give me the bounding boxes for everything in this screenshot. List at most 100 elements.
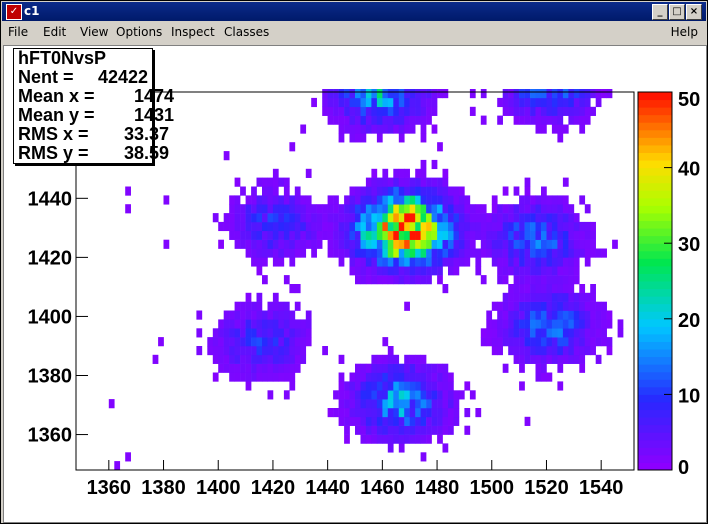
plot-canvas[interactable]: 1360 1380 1400 1420 1440 1460 1480 1500 1520 1540…	[3, 45, 707, 523]
heatmap-cell	[420, 97, 427, 108]
stat-mean-x-value: 1474	[134, 86, 175, 106]
heatmap-cell	[262, 213, 268, 223]
menu-options[interactable]: Options	[116, 25, 162, 39]
heatmap-cell	[338, 89, 345, 99]
heatmap-cell	[420, 186, 427, 196]
color-scale-band	[638, 296, 672, 305]
heatmap-cell	[382, 363, 389, 373]
maximize-button[interactable]: □	[669, 4, 685, 20]
title-bar[interactable]: ✓ c1 _ □ ×	[2, 2, 706, 21]
menu-help[interactable]: Help	[671, 25, 698, 39]
heatmap-cell	[262, 177, 268, 187]
heatmap-cell	[229, 363, 235, 373]
heatmap-cell	[234, 372, 241, 382]
heatmap-cell	[267, 372, 274, 382]
heatmap-cell	[289, 372, 296, 382]
heatmap-cell	[409, 239, 416, 249]
heatmap-cell	[108, 399, 115, 409]
heatmap-cell	[267, 346, 274, 356]
heatmap-cell	[294, 354, 301, 364]
heatmap-cell	[294, 204, 301, 214]
color-scale-band	[638, 432, 672, 441]
heatmap-cell	[448, 381, 454, 391]
heatmap-cell	[601, 310, 607, 320]
heatmap-cell	[267, 195, 274, 205]
heatmap-cell	[551, 346, 558, 356]
heatmap-cell	[437, 372, 443, 382]
heatmap-cell	[393, 204, 400, 214]
heatmap-cell	[387, 372, 394, 382]
heatmap-cell	[409, 381, 416, 391]
heatmap-cell	[316, 221, 323, 232]
heatmap-cell	[519, 363, 525, 373]
heatmap-cell	[442, 213, 449, 223]
menu-file[interactable]: File	[8, 25, 28, 39]
heatmap-cell	[371, 408, 378, 418]
menu-edit[interactable]: Edit	[43, 25, 66, 39]
heatmap-cell	[283, 186, 290, 196]
heatmap-cell	[480, 204, 487, 214]
heatmap-cell	[294, 337, 301, 347]
heatmap-cell	[305, 337, 312, 347]
heatmap-cell	[508, 310, 514, 320]
statistics-box[interactable]: hFT0NvsP Nent = 42422 Mean x = 1474 Mean…	[13, 48, 174, 164]
color-scale-band	[638, 197, 672, 206]
heatmap-cell	[371, 239, 378, 249]
heatmap-cell	[448, 266, 454, 276]
heatmap-cell	[240, 372, 246, 382]
heatmap-cell	[415, 354, 421, 364]
heatmap-cell	[584, 89, 591, 99]
heatmap-cell	[229, 337, 235, 347]
heatmap-cell	[360, 381, 367, 391]
heatmap-cell	[382, 177, 389, 187]
heatmap-cell	[305, 168, 312, 178]
heatmap-cell	[371, 230, 378, 240]
heatmap-cell	[530, 204, 536, 214]
stat-entries-value: 42422	[98, 67, 149, 87]
heatmap-cell	[305, 239, 312, 249]
heatmap-cell	[497, 310, 503, 320]
color-scale-band	[638, 454, 672, 463]
heatmap-cell	[508, 204, 514, 214]
heatmap-cell	[562, 124, 569, 134]
menu-classes[interactable]: Classes	[224, 25, 269, 39]
heatmap-cell	[376, 115, 383, 125]
heatmap-cell	[595, 310, 602, 320]
heatmap-cell	[251, 337, 257, 347]
heatmap-cell	[497, 301, 503, 311]
heatmap-cell	[573, 266, 580, 276]
heatmap-cell	[289, 142, 296, 152]
heatmap-cell	[480, 115, 487, 125]
heatmap-cell	[513, 204, 520, 214]
heatmap-cell	[355, 133, 361, 143]
heatmap-cell	[398, 416, 405, 426]
heatmap-cell	[376, 372, 383, 382]
heatmap-cell	[469, 204, 476, 214]
heatmap-cell	[458, 204, 465, 214]
heatmap-cell	[546, 275, 553, 285]
heatmap-cell	[404, 106, 410, 116]
heatmap-cell	[491, 257, 498, 267]
heatmap-cell	[223, 328, 230, 338]
heatmap-cell	[426, 275, 432, 285]
heatmap-cell	[376, 416, 383, 426]
color-scale-band	[638, 311, 672, 320]
heatmap-cell	[256, 248, 263, 258]
heatmap-cell	[278, 213, 285, 223]
menu-view[interactable]: View	[80, 25, 108, 39]
heatmap-cell	[551, 257, 558, 267]
minimize-button[interactable]: _	[652, 4, 668, 20]
heatmap-cell	[442, 390, 449, 400]
heatmap-cell	[530, 310, 536, 320]
heatmap-cell	[562, 195, 569, 205]
heatmap-cell	[535, 248, 542, 258]
heatmap-cell	[382, 434, 389, 444]
heatmap-cell	[420, 177, 427, 187]
heatmap-cell	[606, 310, 613, 320]
heatmap-cell	[278, 248, 285, 258]
heatmap-cell	[300, 328, 307, 338]
heatmap-cell	[541, 319, 547, 329]
heatmap-cell	[426, 177, 432, 187]
menu-inspect[interactable]: Inspect	[171, 25, 215, 39]
close-button[interactable]: ×	[686, 4, 702, 20]
